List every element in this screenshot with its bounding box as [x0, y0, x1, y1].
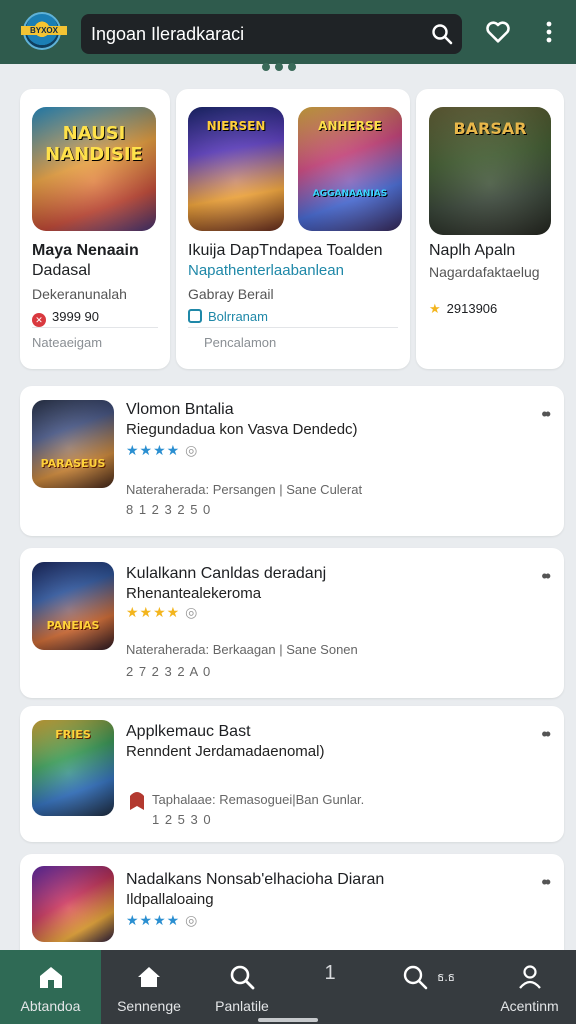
nav-item-account[interactable]: Acentinm [483, 950, 576, 1024]
card-title: Maya Nenaain [32, 242, 139, 259]
thumbnail-text: FRIES [55, 728, 91, 741]
app-header: BYXOX Ingoan Ileradkaraci [0, 0, 576, 64]
bottom-navigation: Abtandoa Sennenge Panlatile 1 ธ.ธ Acenti… [0, 950, 576, 1024]
item-title: Vlomon Bntalia [126, 401, 234, 418]
rating-text: 2913906 [446, 301, 498, 316]
nav-item-number[interactable]: 1 [287, 950, 373, 1024]
nav-label: Abtandoa [20, 998, 81, 1014]
nav-label: Panlatile [215, 998, 269, 1014]
nav-label: Acentinm [500, 998, 559, 1014]
game-thumbnail: PANEIAS [32, 562, 114, 650]
home-indicator [258, 1018, 318, 1022]
item-subtitle: Ildpallaloaing [126, 891, 214, 908]
rating-text: Bolrranam [208, 309, 268, 324]
item-subtitle: Rhenantealekeroma [126, 585, 262, 602]
item-meta: Taphalaae: Remasoguei|Ban Gunlar. [152, 792, 365, 807]
game-artwork: NIERSEN [188, 107, 284, 231]
game-artwork: NAUSI NANDISIE [32, 107, 156, 231]
artwork-subtitle: AGGANAANIAS [312, 189, 388, 199]
rating-text: 3999 90 [52, 309, 99, 324]
artwork-title: NIERSEN [206, 119, 266, 133]
search-bar[interactable]: Ingoan Ileradkaraci [81, 14, 462, 54]
card-title-2: Nagardafaktaelug [429, 264, 540, 280]
card-title: Naplh Apaln [429, 242, 516, 259]
more-horiz-icon[interactable]: •• [541, 724, 550, 745]
bag-icon [188, 309, 202, 323]
heart-icon[interactable] [484, 18, 512, 46]
game-thumbnail [32, 866, 114, 942]
card-subtitle: Dekeranunalah [32, 286, 127, 302]
game-artwork: ANHERSE AGGANAANIAS [298, 107, 402, 231]
card-footer: Pencalamon [204, 335, 277, 350]
more-vert-icon[interactable] [537, 18, 561, 46]
card-footer: Nateaeigam [32, 335, 103, 350]
logo-text: BYXOX [21, 26, 67, 35]
thumbnail-text: PANEIAS [46, 619, 100, 632]
artwork-title: BARSAR [453, 119, 527, 138]
more-horiz-icon[interactable]: •• [541, 872, 550, 893]
item-code: 2 7 2 3 2 A 0 [126, 664, 212, 679]
game-artwork: BARSAR [429, 107, 551, 235]
search-icon [403, 965, 428, 990]
app-logo[interactable]: BYXOX [21, 12, 67, 50]
app-badge-icon [130, 792, 144, 810]
card-rating: Bolrranam [188, 309, 268, 324]
item-title: Applkemauc Bast [126, 723, 251, 740]
card-title-2: Dadasal [32, 262, 91, 279]
search-input[interactable]: Ingoan Ileradkaraci [91, 24, 244, 45]
featured-card[interactable]: NAUSI NANDISIE Maya Nenaain Dadasal Deke… [20, 89, 170, 369]
house-icon [138, 967, 160, 987]
nav-item-search[interactable]: Panlatile [197, 950, 287, 1024]
star-rating: ★★★★ ◎ [126, 442, 199, 458]
search-icon [230, 965, 255, 990]
search-icon[interactable] [430, 22, 454, 46]
nav-item-sennenge[interactable]: Sennenge [101, 950, 197, 1024]
card-rating: ★ 2913906 [429, 301, 497, 317]
item-subtitle: Renndent Jerdamadaenomal) [126, 743, 325, 760]
nav-item-home[interactable]: Abtandoa [0, 950, 101, 1024]
stars-icon: ★★★★ [126, 442, 181, 458]
nav-number: 1 [324, 962, 336, 984]
nav-label: Sennenge [117, 998, 181, 1014]
card-subtitle: Gabray Berail [188, 286, 274, 302]
star-rating: ★★★★ ◎ [126, 912, 199, 928]
artwork-title: ANHERSE [318, 119, 382, 133]
person-icon [518, 965, 541, 989]
featured-card[interactable]: BARSAR Naplh Apaln Nagardafaktaelug ★ 291… [416, 89, 564, 369]
game-thumbnail: PARASEUS [32, 400, 114, 488]
stars-icon: ★★★★ [126, 912, 181, 928]
list-item[interactable]: FRIES Applkemauc Bast Renndent Jerdamada… [20, 706, 564, 842]
artwork-title: NAUSI NANDISIE [45, 123, 143, 165]
star-rating: ★★★★ ◎ [126, 604, 199, 620]
item-meta: Nateraherada: Berkaagan | Sane Sonen [126, 642, 358, 657]
list-item[interactable]: PANEIAS Kulalkann Canldas deradanj Rhena… [20, 548, 564, 698]
nav-suffix: ธ.ธ [437, 970, 455, 984]
item-title: Kulalkann Canldas deradanj [126, 565, 327, 582]
card-title: Ikuija DapTndapea Toalden [188, 242, 383, 259]
game-thumbnail: FRIES [32, 720, 114, 816]
home-icon [39, 967, 62, 988]
list-item[interactable]: PARASEUS Vlomon Bntalia Riegundadua kon … [20, 386, 564, 536]
red-circle-icon: ✕ [32, 313, 46, 327]
item-code: 1 2 5 3 0 [152, 812, 212, 827]
card-rating: ✕ 3999 90 [32, 309, 99, 327]
stars-icon: ★★★★ [126, 604, 181, 620]
card-title-2: Napathenterlaabanlean [188, 262, 344, 279]
more-horiz-icon[interactable]: •• [541, 566, 550, 587]
item-code: 8 1 2 3 2 5 0 [126, 502, 212, 517]
featured-card[interactable]: NIERSEN ANHERSE AGGANAANIAS Ikuija DapTn… [176, 89, 410, 369]
thumbnail-text: PARASEUS [40, 457, 106, 470]
carousel-indicator [262, 58, 310, 71]
more-horiz-icon[interactable]: •• [541, 404, 550, 425]
item-subtitle: Riegundadua kon Vasva Dendedc) [126, 421, 358, 438]
item-title: Nadalkans Nonsab'elhacioha Diaran [126, 871, 385, 888]
item-meta: Nateraherada: Persangen | Sane Culerat [126, 482, 363, 497]
star-icon: ★ [429, 301, 441, 316]
nav-item-find[interactable]: ธ.ธ [373, 950, 483, 1024]
